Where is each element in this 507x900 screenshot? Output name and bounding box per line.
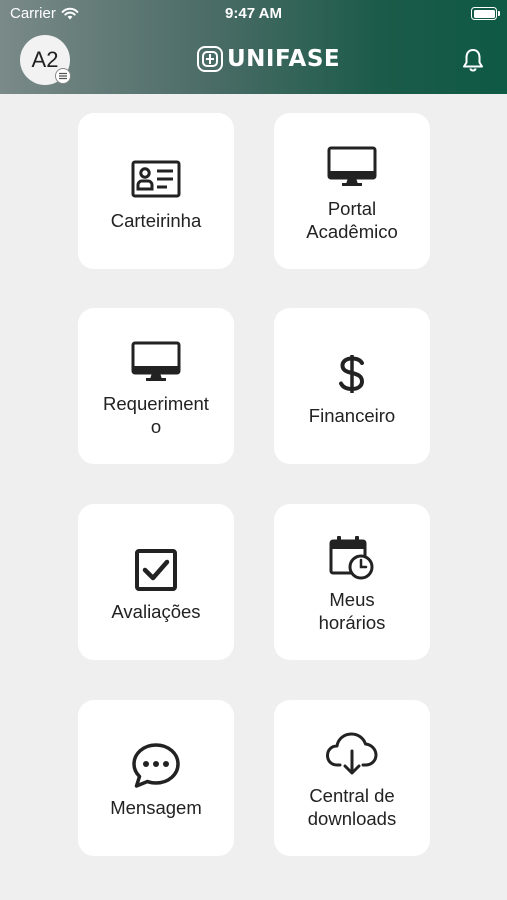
tile-label: Central de downloads xyxy=(307,785,397,829)
app-header: Carrier 9:47 AM A2 UNIFASE xyxy=(0,0,507,94)
status-bar: Carrier 9:47 AM xyxy=(0,0,507,28)
unifase-logo-icon xyxy=(197,46,223,72)
monitor-icon xyxy=(324,139,380,195)
battery-icon xyxy=(471,7,500,20)
tile-label: Avaliações xyxy=(111,600,201,622)
calendar-clock-icon xyxy=(324,530,380,586)
tile-label: Mensagem xyxy=(110,796,202,818)
clock: 9:47 AM xyxy=(225,5,282,22)
tile-meus-horarios[interactable]: Meus horários xyxy=(274,504,430,660)
tile-financeiro[interactable]: Financeiro xyxy=(274,308,430,464)
tile-label: Meus horários xyxy=(318,589,386,633)
app-logo: UNIFASE xyxy=(196,44,340,74)
logo-text: UNIFASE xyxy=(227,46,341,72)
tile-avaliacoes[interactable]: Avaliações xyxy=(78,504,234,660)
chat-bubble-icon xyxy=(128,738,184,794)
tile-carteirinha[interactable]: Carteirinha xyxy=(78,113,234,269)
tile-requerimento[interactable]: Requeriment o xyxy=(78,308,234,464)
avatar[interactable]: A2 xyxy=(20,35,71,85)
id-card-icon xyxy=(128,151,184,207)
cloud-download-icon xyxy=(324,726,380,782)
dollar-icon xyxy=(324,346,380,402)
avatar-initials: A2 xyxy=(31,47,59,72)
tile-label: Carteirinha xyxy=(110,209,202,231)
monitor-icon xyxy=(128,334,184,390)
tile-portal-academico[interactable]: Portal Acadêmico xyxy=(274,113,430,269)
tile-central-downloads[interactable]: Central de downloads xyxy=(274,700,430,856)
checkbox-icon xyxy=(128,542,184,598)
bell-icon[interactable] xyxy=(459,46,487,74)
tile-label: Requeriment o xyxy=(103,393,209,437)
menu-icon xyxy=(55,68,71,84)
tile-label: Financeiro xyxy=(308,404,396,426)
tile-label: Portal Acadêmico xyxy=(306,198,398,242)
tile-mensagem[interactable]: Mensagem xyxy=(78,700,234,856)
